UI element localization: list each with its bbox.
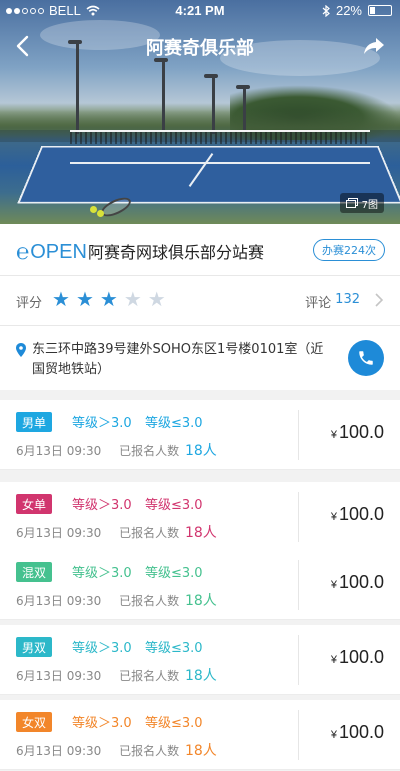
enrolled-count: 18人 bbox=[184, 743, 217, 759]
map-pin-icon bbox=[16, 343, 26, 357]
event-item[interactable]: 男双 等级＞3.0 等级≤3.0 6月13日 09:30 已报名人数 18人 ¥… bbox=[0, 625, 400, 695]
club-address: 东三环中路39号建外SOHO东区1号楼0101室（近国贸地铁站） bbox=[32, 342, 324, 377]
address-row[interactable]: 东三环中路39号建外SOHO东区1号楼0101室（近国贸地铁站） bbox=[0, 326, 400, 390]
event-price: ¥100.0 bbox=[331, 572, 384, 593]
level-min: 等级＞3.0 bbox=[72, 716, 132, 731]
event-item[interactable]: 男单 等级＞3.0 等级≤3.0 6月13日 09:30 已报名人数 18人 ¥… bbox=[0, 400, 400, 470]
currency-symbol: ¥ bbox=[330, 579, 337, 591]
battery-icon bbox=[368, 5, 392, 16]
divider bbox=[298, 710, 299, 760]
bluetooth-icon bbox=[322, 4, 330, 17]
event-date: 6月13日 09:30 bbox=[16, 669, 102, 683]
reviews-link[interactable]: 评论 132 bbox=[305, 292, 360, 311]
currency-symbol: ¥ bbox=[330, 429, 337, 441]
star-empty-icon: ★ bbox=[147, 287, 166, 311]
divider bbox=[298, 410, 299, 460]
rating-row[interactable]: 评分 ★ ★ ★ ★ ★ 评论 132 bbox=[0, 276, 400, 326]
price-value: 100.0 bbox=[338, 572, 384, 592]
enrolled-label: 已报名人数 bbox=[119, 594, 180, 608]
enrolled-label: 已报名人数 bbox=[119, 744, 180, 758]
event-price: ¥100.0 bbox=[331, 504, 384, 525]
level-max: 等级≤3.0 bbox=[145, 498, 203, 513]
photo-count-label: 7图 bbox=[361, 199, 378, 211]
currency-symbol: ¥ bbox=[330, 729, 337, 741]
star-filled-icon: ★ bbox=[99, 287, 118, 311]
star-rating: ★ ★ ★ ★ ★ bbox=[52, 289, 166, 309]
level-min: 等级＞3.0 bbox=[72, 416, 132, 431]
open-logo-text: OPEN bbox=[30, 240, 87, 263]
currency-symbol: ¥ bbox=[330, 654, 337, 666]
nav-bar: BELL 4:21 PM 22% 阿赛奇俱乐部 bbox=[0, 0, 400, 90]
level-max: 等级≤3.0 bbox=[145, 716, 203, 731]
light-pole bbox=[243, 88, 246, 132]
level-max: 等级≤3.0 bbox=[145, 641, 203, 656]
event-meta: 6月13日 09:30 已报名人数 18人 bbox=[16, 665, 217, 685]
enrolled-count: 18人 bbox=[184, 593, 217, 609]
battery-percent: 22% bbox=[335, 3, 362, 18]
divider bbox=[298, 560, 299, 610]
currency-symbol: ¥ bbox=[330, 511, 337, 523]
event-price: ¥100.0 bbox=[331, 647, 384, 668]
event-meta: 6月13日 09:30 已报名人数 18人 bbox=[16, 522, 217, 542]
level-min: 等级＞3.0 bbox=[72, 566, 132, 581]
level-max: 等级≤3.0 bbox=[145, 566, 203, 581]
photo-stack-icon bbox=[345, 198, 358, 208]
status-bar: BELL 4:21 PM 22% bbox=[0, 0, 400, 22]
event-date: 6月13日 09:30 bbox=[16, 444, 102, 458]
event-price: ¥100.0 bbox=[331, 422, 384, 443]
chevron-right-icon[interactable] bbox=[374, 291, 384, 309]
event-type-tag: 女双 bbox=[16, 712, 53, 732]
event-date: 6月13日 09:30 bbox=[16, 744, 102, 758]
level-min: 等级＞3.0 bbox=[72, 641, 132, 656]
level-max: 等级≤3.0 bbox=[145, 416, 203, 431]
star-filled-icon: ★ bbox=[52, 287, 70, 311]
rating-label: 评分 bbox=[16, 296, 43, 311]
event-item[interactable]: 混双 等级＞3.0 等级≤3.0 6月13日 09:30 已报名人数 18人 ¥… bbox=[0, 550, 400, 620]
tennis-ball bbox=[90, 206, 97, 213]
star-filled-icon: ★ bbox=[75, 287, 94, 311]
enrolled-count: 18人 bbox=[184, 443, 217, 459]
reviews-count: 132 bbox=[335, 292, 360, 307]
price-value: 100.0 bbox=[338, 422, 384, 442]
event-meta: 6月13日 09:30 已报名人数 18人 bbox=[16, 590, 217, 610]
enrolled-label: 已报名人数 bbox=[119, 669, 180, 683]
event-type-tag: 混双 bbox=[16, 562, 53, 582]
reviews-label: 评论 bbox=[305, 296, 332, 311]
price-value: 100.0 bbox=[338, 722, 384, 742]
event-date: 6月13日 09:30 bbox=[16, 594, 102, 608]
event-type-tag: 女单 bbox=[16, 494, 53, 514]
divider bbox=[298, 492, 299, 542]
club-title-row: ℮ OPEN 阿赛奇网球俱乐部分站赛 办赛224次 bbox=[0, 224, 400, 276]
call-button[interactable] bbox=[348, 340, 384, 376]
level-min: 等级＞3.0 bbox=[72, 498, 132, 513]
open-logo: ℮ OPEN bbox=[16, 239, 87, 265]
share-arrow-icon[interactable] bbox=[362, 34, 386, 58]
star-empty-icon: ★ bbox=[123, 287, 142, 311]
enrolled-count: 18人 bbox=[184, 525, 217, 541]
club-name: 阿赛奇网球俱乐部分站赛 bbox=[88, 243, 265, 262]
enrolled-label: 已报名人数 bbox=[119, 526, 180, 540]
divider bbox=[298, 635, 299, 685]
photo-count-badge[interactable]: 7图 bbox=[339, 193, 384, 213]
court-line bbox=[70, 162, 370, 164]
event-type-tag: 男双 bbox=[16, 637, 53, 657]
event-meta: 6月13日 09:30 已报名人数 18人 bbox=[16, 440, 217, 460]
tennis-ball bbox=[97, 210, 104, 217]
price-value: 100.0 bbox=[338, 647, 384, 667]
event-item[interactable]: 女双 等级＞3.0 等级≤3.0 6月13日 09:30 已报名人数 18人 ¥… bbox=[0, 700, 400, 770]
event-item[interactable]: 女单 等级＞3.0 等级≤3.0 6月13日 09:30 已报名人数 18人 ¥… bbox=[0, 482, 400, 552]
enrolled-label: 已报名人数 bbox=[119, 444, 180, 458]
hosted-count-badge: 办赛224次 bbox=[313, 239, 385, 261]
enrolled-count: 18人 bbox=[184, 668, 217, 684]
page-title: 阿赛奇俱乐部 bbox=[146, 38, 254, 59]
event-meta: 6月13日 09:30 已报名人数 18人 bbox=[16, 740, 217, 760]
phone-icon bbox=[359, 351, 373, 365]
event-price: ¥100.0 bbox=[331, 722, 384, 743]
club-info-card: ℮ OPEN 阿赛奇网球俱乐部分站赛 办赛224次 评分 ★ ★ ★ ★ ★ 评… bbox=[0, 224, 400, 390]
event-type-tag: 男单 bbox=[16, 412, 53, 432]
price-value: 100.0 bbox=[338, 504, 384, 524]
open-logo-mark-icon: ℮ bbox=[16, 239, 30, 264]
tennis-net bbox=[70, 130, 370, 144]
event-date: 6月13日 09:30 bbox=[16, 526, 102, 540]
